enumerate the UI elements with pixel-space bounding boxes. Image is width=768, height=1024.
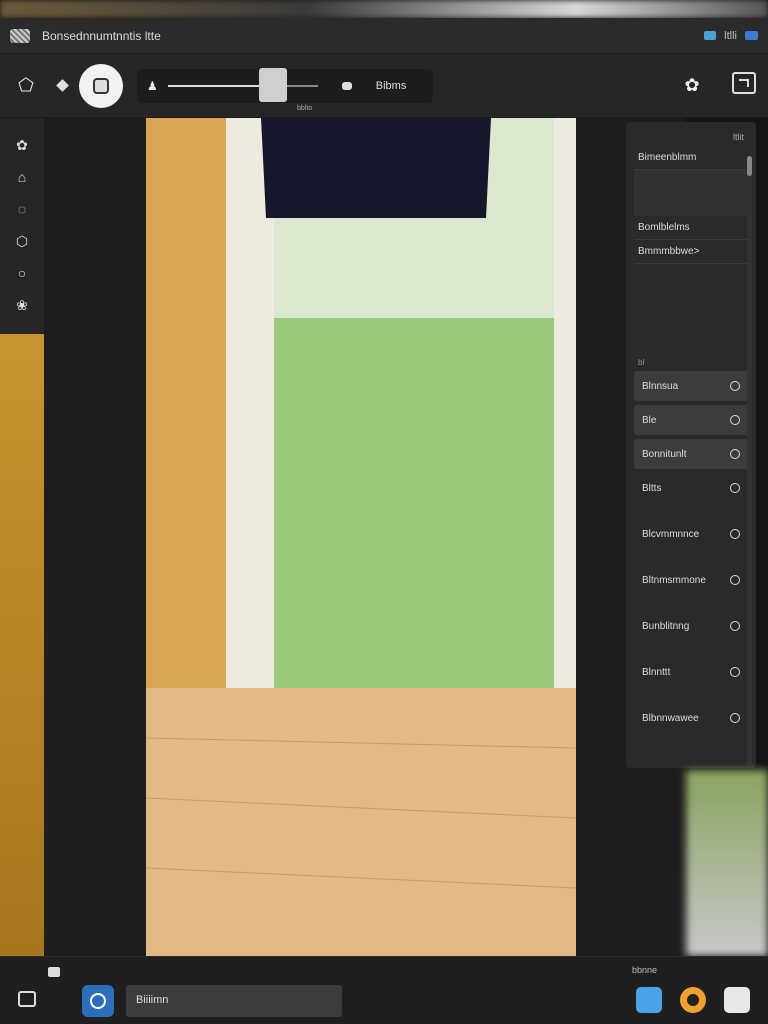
photo-editor-window: Bonsednnumtnntis ltte ltlli ⬠ ♟ Bibms bb… [0,0,768,1024]
panel-field-2[interactable]: Bomlblelms [634,216,748,240]
capture-button[interactable] [79,63,123,108]
adjustment-slider-group: ♟ Bibms bblto [137,67,433,112]
status-text: ltlli [724,29,737,42]
adjustment-toggle-icon[interactable] [730,381,740,391]
toolbar-right: ✿ [678,71,756,100]
adjustment-item-label: Bltts [642,482,662,494]
adjustment-toggle-icon[interactable] [730,415,740,425]
adjustment-list: Blnnsua Ble Bonnitunlt Bltts Blcvmmnnce Bltnm… [626,371,756,733]
gallery-icon[interactable] [18,991,36,1007]
export-icon[interactable] [732,71,756,94]
tool-strip: ✿ ⌂ ◌ ⬡ ○ ❀ [0,118,44,334]
adjustment-item-label: Blcvmmnnce [642,528,700,540]
crop-icon[interactable]: ⬠ [12,72,40,100]
left-background [0,334,44,956]
adjustment-toggle-icon[interactable] [730,529,740,539]
adjustment-item[interactable]: Blnnsua [634,371,748,401]
adjustment-toggle-icon[interactable] [730,713,740,723]
adjustment-item-label: Bonnitunlt [642,448,687,460]
window-title: Bonsednnumtnntis ltte [42,28,161,43]
lasso-tool-icon[interactable]: ◌ [13,200,31,218]
background-blur-band [0,0,768,18]
record-icon [687,994,699,1006]
adjustment-slider[interactable] [167,67,318,102]
shorts [261,118,491,218]
wifi-icon [704,31,717,40]
toolbar: ⬠ ♟ Bibms bblto ✿ [0,54,768,118]
bottom-input[interactable]: Biiiimn [126,985,342,1017]
record-button[interactable] [680,987,706,1013]
adjustment-item-label: Blnnttt [642,666,671,678]
panel-input-box[interactable] [634,170,748,216]
adjustment-item[interactable]: Bltnmsmmone [634,565,748,595]
adjustment-item-label: Bunblitnng [642,620,690,632]
slider-value: bblto [297,104,313,112]
slider-thumb[interactable] [258,67,287,102]
wood-wall [146,118,226,718]
adjustment-item-label: Blnnsua [642,380,679,392]
app-icon [10,28,30,43]
figure-icon: ♟ [147,78,158,93]
photo-illustration [146,118,576,956]
panel-header: ltlit [733,132,744,142]
share-button[interactable] [636,987,662,1013]
adjustment-item[interactable]: Bunblitnng [634,611,748,641]
texture-tool-icon[interactable]: ❀ [13,296,31,314]
slider-fill [167,84,261,87]
timer-icon [90,993,106,1009]
toggle-dot-icon[interactable] [341,81,352,90]
bell-tool-icon[interactable]: ⌂ [13,168,31,186]
bottom-label: bbnne [632,965,658,975]
panel-field-3[interactable]: Bmmmbbwe> [634,240,748,264]
adjustment-item-label: Blbnnwawee [642,712,699,724]
adjustment-item-label: Ble [642,414,657,426]
adjustment-item[interactable]: Bltts [634,473,748,503]
adjustment-item[interactable]: Blcvmmnnce [634,519,748,549]
timer-button[interactable] [82,985,114,1017]
bottom-bar: bbnne Biiiimn [0,956,768,1024]
floor [146,688,576,956]
photo-canvas[interactable] [146,118,576,956]
panel-scrollbar[interactable] [747,156,752,766]
effects-icon[interactable]: ✿ [678,72,706,100]
title-bar: Bonsednnumtnntis ltte ltlli [0,18,768,54]
adjustment-toggle-icon[interactable] [730,667,740,677]
adjustment-item[interactable]: Ble [634,405,748,435]
blob-tool-icon[interactable]: ✿ [13,136,31,154]
shape-tool-icon[interactable]: ⬡ [13,232,31,250]
adjustment-toggle-icon[interactable] [730,449,740,459]
adjustment-item-label: Bltnmsmmone [642,574,706,586]
status-area: ltlli [704,30,758,42]
background-blur-right [686,770,768,956]
battery-icon [745,31,758,40]
adjustment-toggle-icon[interactable] [730,621,740,631]
adjustment-toggle-icon[interactable] [730,483,740,493]
panel-field-1[interactable]: Bimeenblmm [634,146,748,170]
capture-icon [93,77,109,94]
save-button[interactable] [724,987,750,1013]
mini-thumbnail-icon[interactable] [48,967,60,977]
adjustment-toggle-icon[interactable] [730,575,740,585]
adjustment-item[interactable]: Blbnnwawee [634,703,748,733]
adjustment-item[interactable]: Blnnttt [634,657,748,687]
diamond-icon[interactable] [56,79,69,92]
panel-section-label: bl [638,358,645,367]
adjustment-item[interactable]: Bonnitunlt [634,439,748,469]
scroll-thumb[interactable] [747,156,752,176]
slider-label: Bibms [375,79,407,92]
adjustments-panel: ltlit Bimeenblmm Bomlblelms Bmmmbbwe> bl… [626,122,756,768]
canvas-margin-left [44,118,146,956]
panel-spacer [626,264,756,354]
circle-tool-icon[interactable]: ○ [13,264,31,282]
